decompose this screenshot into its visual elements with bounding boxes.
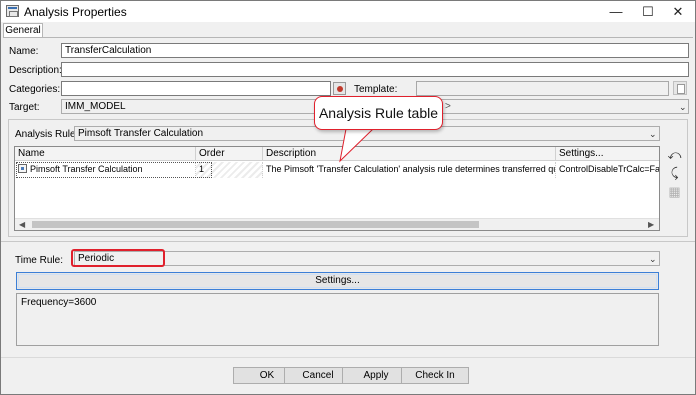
time-rule-settings-text[interactable]: Frequency=3600 bbox=[16, 293, 659, 346]
scroll-left-icon[interactable]: ◀ bbox=[19, 219, 25, 230]
analysis-rule-table[interactable]: Name Order Description Settings... Pimso… bbox=[14, 146, 660, 231]
template-browse-icon[interactable] bbox=[673, 81, 687, 95]
column-header-name[interactable]: Name bbox=[15, 147, 196, 161]
name-field[interactable]: TransferCalculation bbox=[61, 43, 689, 58]
tab-general[interactable]: General bbox=[3, 23, 43, 38]
template-field[interactable] bbox=[416, 81, 669, 96]
analysis-rule-chevron-down-icon: ⌄ bbox=[649, 129, 657, 139]
callout-label: Analysis Rule table bbox=[314, 96, 443, 130]
template-label: Template: bbox=[354, 84, 398, 95]
analysis-rule-label: Analysis Rule: bbox=[15, 129, 79, 140]
column-header-description[interactable]: Description bbox=[263, 147, 556, 161]
splitter[interactable] bbox=[1, 241, 695, 244]
move-down-icon[interactable]: ⤺ bbox=[666, 147, 683, 164]
categories-field[interactable] bbox=[61, 81, 331, 96]
description-field[interactable] bbox=[61, 62, 689, 77]
app-icon bbox=[6, 5, 19, 17]
window-title: Analysis Properties bbox=[24, 5, 127, 19]
categories-label: Categories: bbox=[9, 84, 61, 95]
scrollbar-thumb[interactable] bbox=[32, 221, 479, 228]
time-rule-settings-button[interactable]: Settings... bbox=[16, 272, 659, 290]
name-label: Name: bbox=[9, 46, 39, 57]
analysis-rule-value: Pimsoft Transfer Calculation bbox=[78, 128, 204, 139]
row-focus-rect bbox=[16, 162, 212, 178]
target-value: IMM_MODEL bbox=[65, 101, 126, 112]
properties-icon[interactable]: ▦ bbox=[666, 184, 683, 201]
time-rule-highlight bbox=[71, 249, 165, 267]
close-button[interactable]: ✕ bbox=[663, 1, 693, 22]
time-rule-chevron-down-icon: ⌄ bbox=[649, 254, 657, 264]
target-trailing-text: > bbox=[445, 101, 451, 112]
categories-picker-button[interactable] bbox=[333, 82, 346, 95]
tab-strip bbox=[1, 22, 695, 38]
row-description[interactable]: The Pimsoft 'Transfer Calculation' analy… bbox=[263, 162, 556, 178]
column-header-settings[interactable]: Settings... bbox=[556, 147, 659, 161]
target-chevron-down-icon: ⌄ bbox=[679, 102, 687, 112]
maximize-button[interactable]: ☐ bbox=[633, 1, 663, 22]
time-rule-label: Time Rule: bbox=[15, 255, 63, 266]
categories-picker-icon bbox=[337, 86, 343, 92]
column-header-order[interactable]: Order bbox=[196, 147, 263, 161]
target-label: Target: bbox=[9, 102, 40, 113]
row-settings[interactable]: ControlDisableTrCalc=False; bbox=[556, 162, 659, 178]
horizontal-scrollbar[interactable]: ◀ ▶ bbox=[15, 218, 659, 230]
analysis-properties-window: Analysis Properties — ☐ ✕ General Name: … bbox=[0, 0, 696, 395]
scroll-right-icon[interactable]: ▶ bbox=[648, 219, 654, 230]
title-bar: Analysis Properties — ☐ ✕ bbox=[1, 1, 695, 22]
minimize-button[interactable]: — bbox=[601, 1, 631, 22]
apply-button[interactable]: Apply bbox=[342, 367, 410, 384]
description-label: Description: bbox=[9, 65, 62, 76]
check-in-button[interactable]: Check In bbox=[401, 367, 469, 384]
move-up-icon[interactable]: ⤹ bbox=[666, 165, 683, 182]
